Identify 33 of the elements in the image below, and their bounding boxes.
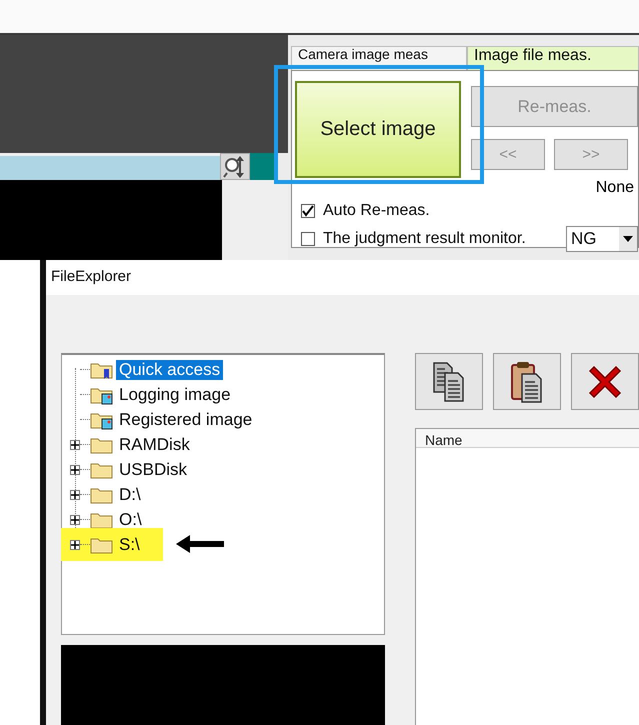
checkbox[interactable] [301, 204, 315, 218]
pointer-arrow [176, 534, 226, 554]
tree-item[interactable]: O:\ [116, 510, 145, 530]
checkbox[interactable] [301, 232, 315, 246]
checkbox-label: Auto Re-meas. [323, 202, 430, 220]
expand-toggle[interactable] [70, 490, 80, 500]
tree-item[interactable]: USBDisk [116, 460, 190, 480]
result-dropdown[interactable]: NG [566, 226, 638, 252]
copy-icon [432, 360, 466, 402]
file-status: None [594, 179, 635, 197]
tree-item[interactable]: Quick access [116, 360, 224, 380]
caret-icon [623, 236, 633, 242]
checkbox-label: The judgment result monitor. [323, 230, 526, 248]
expand-toggle[interactable] [70, 464, 80, 474]
tree-item[interactable]: Registered image [116, 410, 256, 430]
dialog-title: FileExplorer [51, 268, 132, 285]
tree-item[interactable]: D:\ [116, 484, 144, 504]
paste-icon [510, 360, 544, 404]
expand-toggle[interactable] [70, 440, 80, 450]
paste-button[interactable] [493, 353, 561, 410]
select-image-button[interactable]: Select image [295, 81, 461, 178]
zoom-button[interactable] [220, 153, 250, 180]
tab[interactable]: Image file meas. [467, 46, 639, 70]
zoom-icon [223, 154, 247, 180]
tree-item[interactable]: RAMDisk [116, 434, 193, 454]
copy-button[interactable] [415, 353, 483, 410]
expand-toggle[interactable] [70, 514, 80, 524]
status-indicator [250, 153, 275, 180]
delete-button[interactable] [571, 353, 639, 410]
column-header[interactable]: Name [416, 429, 639, 448]
tree-item[interactable]: Logging image [116, 384, 234, 404]
tree-item[interactable]: S:\ [116, 534, 143, 554]
expand-toggle[interactable] [70, 540, 80, 550]
